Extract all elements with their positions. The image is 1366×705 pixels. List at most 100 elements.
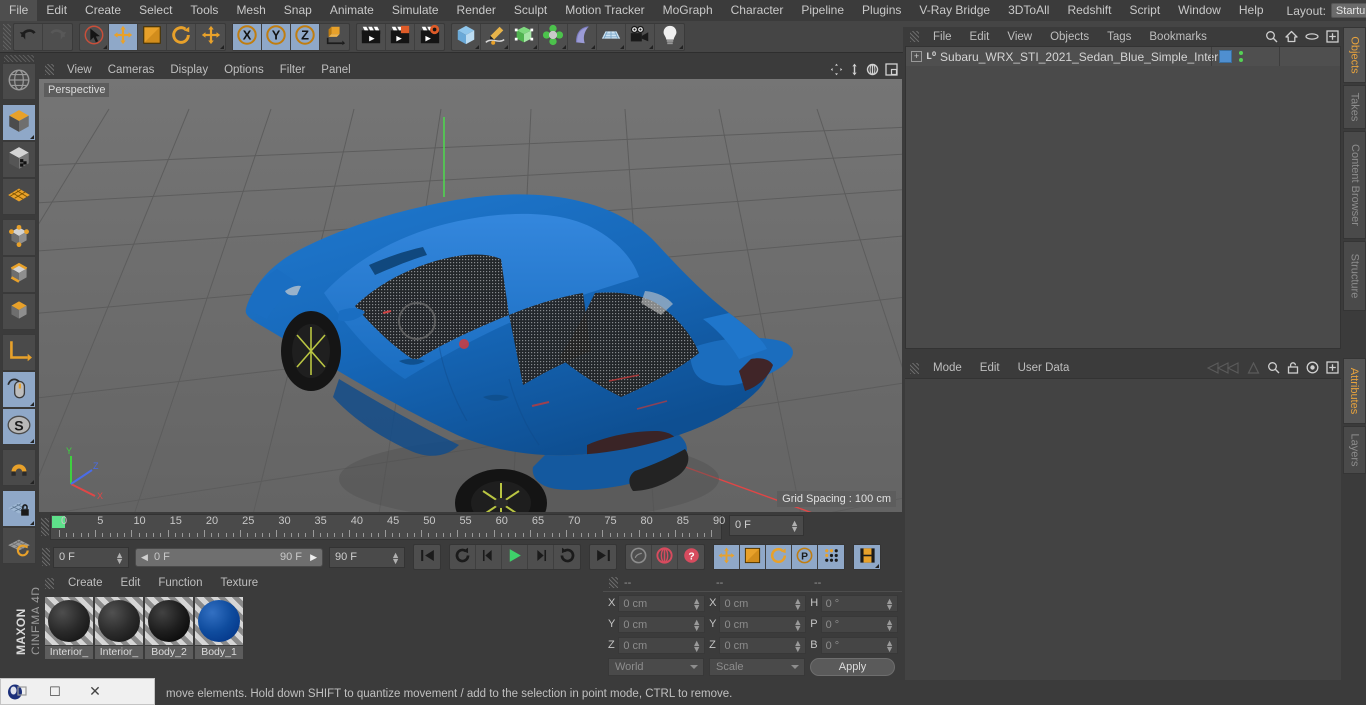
max-frame-field[interactable]: 90 F ▲ ▼ bbox=[329, 546, 405, 568]
material-item[interactable]: Body_2 bbox=[145, 597, 193, 680]
dolly-view-icon[interactable] bbox=[849, 63, 860, 76]
ellipse-icon[interactable] bbox=[1305, 30, 1319, 43]
previous-frame-button[interactable] bbox=[476, 545, 502, 569]
menu-pipeline[interactable]: Pipeline bbox=[792, 0, 853, 21]
material-preview[interactable] bbox=[45, 597, 93, 645]
viewport-menu-view[interactable]: View bbox=[59, 64, 100, 76]
transport-current-frame-field[interactable]: 0 F ▲ ▼ bbox=[53, 546, 129, 568]
object-menu-edit[interactable]: Edit bbox=[961, 31, 999, 43]
coordinate-system-dropdown[interactable]: World bbox=[608, 658, 704, 676]
restore-button[interactable]: ☐ bbox=[35, 684, 75, 700]
coordinate-field[interactable]: 0 cm ▲ ▼ bbox=[618, 636, 706, 654]
vertical-tab-content-browser[interactable]: Content Browser bbox=[1343, 131, 1366, 239]
overflow-corner-icon[interactable] bbox=[875, 564, 879, 568]
taskbar-window[interactable]: ☐ ✕ bbox=[0, 678, 155, 705]
play-backwards-button[interactable] bbox=[450, 545, 476, 569]
timeline-button[interactable] bbox=[854, 545, 880, 569]
object-menu-file[interactable]: File bbox=[924, 31, 961, 43]
spinner-icon[interactable]: ▲ ▼ bbox=[885, 617, 894, 632]
menu-window[interactable]: Window bbox=[1169, 0, 1230, 21]
overflow-corner-icon[interactable] bbox=[220, 44, 224, 49]
axis-modify-button[interactable] bbox=[2, 334, 36, 371]
go-to-end-button[interactable] bbox=[590, 545, 616, 569]
coordinate-field[interactable]: 0 cm ▲ ▼ bbox=[719, 594, 807, 612]
spinner-icon[interactable]: ▲ ▼ bbox=[793, 617, 802, 632]
menu-v-ray-bridge[interactable]: V-Ray Bridge bbox=[910, 0, 999, 21]
overflow-corner-icon[interactable] bbox=[620, 44, 624, 49]
workplane-button[interactable] bbox=[2, 178, 36, 215]
play-loop-button[interactable] bbox=[554, 545, 580, 569]
material-item[interactable]: Interior_ bbox=[45, 597, 93, 680]
lock-x-axis-button[interactable]: X bbox=[233, 23, 262, 50]
overflow-corner-icon[interactable] bbox=[649, 44, 653, 49]
toolbar-grip[interactable] bbox=[3, 23, 11, 50]
menu-mograph[interactable]: MoGraph bbox=[654, 0, 722, 21]
overflow-corner-icon[interactable] bbox=[533, 44, 537, 49]
texture-mode-button[interactable] bbox=[2, 141, 36, 178]
coordinate-field[interactable]: 0 ° ▲ ▼ bbox=[820, 615, 899, 633]
coordinate-field[interactable]: 0 cm ▲ ▼ bbox=[618, 615, 706, 633]
overflow-corner-icon[interactable] bbox=[562, 44, 566, 49]
menu-plugins[interactable]: Plugins bbox=[853, 0, 910, 21]
object-menu-view[interactable]: View bbox=[998, 31, 1041, 43]
apply-button[interactable]: Apply bbox=[810, 658, 895, 676]
object-menu-bookmarks[interactable]: Bookmarks bbox=[1140, 31, 1216, 43]
viewport-menu-cameras[interactable]: Cameras bbox=[100, 64, 163, 76]
menu-simulate[interactable]: Simulate bbox=[383, 0, 448, 21]
search-icon[interactable] bbox=[1267, 361, 1280, 374]
record-scale-button[interactable] bbox=[740, 545, 766, 569]
menu-tools[interactable]: Tools bbox=[181, 0, 227, 21]
overflow-corner-icon[interactable] bbox=[30, 480, 34, 484]
rotate-view-icon[interactable] bbox=[866, 63, 879, 76]
menu-render[interactable]: Render bbox=[448, 0, 505, 21]
live-selection-tool[interactable] bbox=[80, 23, 109, 50]
overflow-corner-icon[interactable] bbox=[30, 135, 34, 139]
autokeying-button[interactable] bbox=[652, 545, 678, 569]
record-position-button[interactable] bbox=[714, 545, 740, 569]
overflow-corner-icon[interactable] bbox=[591, 44, 595, 49]
spinner-icon[interactable]: ▲ ▼ bbox=[793, 638, 802, 653]
spinner-icon[interactable]: ▲ ▼ bbox=[885, 638, 894, 653]
material-menu-texture[interactable]: Texture bbox=[211, 577, 267, 589]
render-view-button[interactable] bbox=[357, 23, 386, 50]
overflow-corner-icon[interactable] bbox=[475, 44, 479, 49]
go-to-start-button[interactable] bbox=[414, 545, 440, 569]
undo-button[interactable] bbox=[14, 23, 43, 50]
material-menu-create[interactable]: Create bbox=[59, 577, 112, 589]
material-menu-function[interactable]: Function bbox=[149, 577, 211, 589]
record-pla-button[interactable]: P bbox=[792, 545, 818, 569]
edge-mode-button[interactable] bbox=[2, 256, 36, 293]
point-mode-button[interactable] bbox=[2, 219, 36, 256]
spinner-icon[interactable]: ▲ ▼ bbox=[115, 550, 124, 565]
object-tree[interactable]: + L⁰ Subaru_WRX_STI_2021_Sedan_Blue_Simp… bbox=[905, 46, 1341, 349]
menu-file[interactable]: File bbox=[0, 0, 38, 21]
add-generator-button[interactable] bbox=[510, 23, 539, 50]
overflow-corner-icon[interactable] bbox=[103, 44, 107, 49]
coordinate-field[interactable]: 0 ° ▲ ▼ bbox=[820, 636, 899, 654]
add-deformer-button[interactable] bbox=[568, 23, 597, 50]
menu-sculpt[interactable]: Sculpt bbox=[505, 0, 556, 21]
menu-select[interactable]: Select bbox=[130, 0, 181, 21]
c4d-logo-icon[interactable] bbox=[1, 684, 35, 700]
coordinate-field[interactable]: 0 ° ▲ ▼ bbox=[820, 594, 899, 612]
enable-axis-button[interactable] bbox=[2, 371, 36, 408]
search-icon[interactable] bbox=[1265, 30, 1278, 43]
attribute-manager-grip[interactable] bbox=[910, 362, 919, 374]
menu-help[interactable]: Help bbox=[1230, 0, 1273, 21]
point-level-animation-button[interactable] bbox=[818, 545, 844, 569]
viewport-menu-display[interactable]: Display bbox=[162, 64, 216, 76]
spinner-icon[interactable]: ▲ ▼ bbox=[692, 596, 701, 611]
overflow-corner-icon[interactable] bbox=[504, 44, 508, 49]
move-tool[interactable] bbox=[109, 23, 138, 50]
undo-view-button[interactable] bbox=[2, 63, 36, 100]
home-icon[interactable] bbox=[1285, 30, 1298, 43]
maximize-view-icon[interactable] bbox=[885, 63, 898, 76]
overflow-corner-icon[interactable] bbox=[30, 521, 34, 525]
viewport-menu-panel[interactable]: Panel bbox=[313, 64, 358, 76]
transport-grip[interactable] bbox=[42, 548, 50, 566]
range-left-arrow-icon[interactable]: ◀ bbox=[141, 552, 148, 563]
rotate-tool[interactable] bbox=[167, 23, 196, 50]
add-light-button[interactable] bbox=[655, 24, 684, 50]
vertical-tab-structure[interactable]: Structure bbox=[1343, 241, 1366, 311]
nav-left-icon[interactable] bbox=[1206, 361, 1240, 374]
